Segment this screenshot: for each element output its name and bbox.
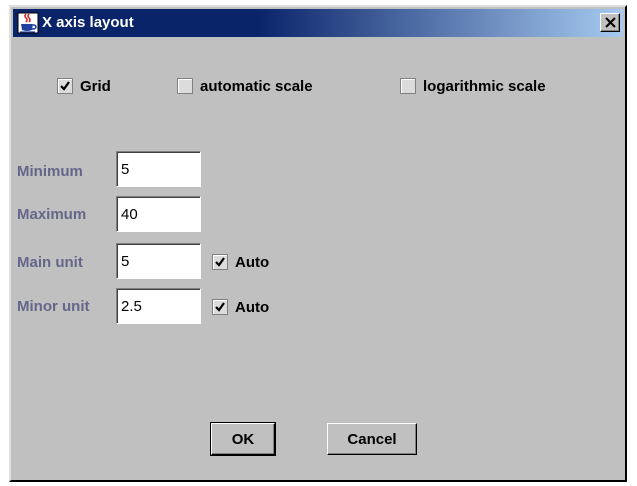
automatic-scale-checkbox[interactable]: automatic scale: [177, 76, 313, 96]
logarithmic-scale-checkbox[interactable]: logarithmic scale: [400, 76, 546, 96]
main-unit-auto-label: Auto: [235, 253, 270, 271]
grid-checkbox-box[interactable]: [57, 78, 73, 94]
java-coffee-cup-icon: [17, 12, 39, 34]
title-bar[interactable]: X axis layout: [13, 9, 623, 37]
minimum-input[interactable]: [116, 151, 201, 187]
main-unit-input[interactable]: [116, 243, 201, 279]
logarithmic-scale-label: logarithmic scale: [423, 77, 546, 95]
minor-unit-auto-label: Auto: [235, 298, 270, 316]
minor-unit-auto-checkbox[interactable]: Auto: [212, 297, 269, 317]
grid-checkbox[interactable]: Grid: [57, 76, 111, 96]
ok-button[interactable]: OK: [210, 422, 276, 456]
close-icon: [605, 17, 616, 28]
dialog-title: X axis layout: [42, 14, 134, 31]
main-unit-auto-checkbox[interactable]: Auto: [212, 252, 269, 272]
maximum-input[interactable]: [116, 196, 201, 232]
checkmark-icon: [215, 302, 225, 312]
grid-label: Grid: [80, 77, 111, 95]
checkmark-icon: [60, 81, 70, 91]
logarithmic-scale-checkbox-box[interactable]: [400, 78, 416, 94]
main-unit-label: Main unit: [17, 254, 83, 271]
minor-unit-input[interactable]: [116, 288, 201, 324]
minor-unit-auto-checkbox-box[interactable]: [212, 299, 228, 315]
checkmark-icon: [215, 257, 225, 267]
automatic-scale-checkbox-box[interactable]: [177, 78, 193, 94]
main-unit-auto-checkbox-box[interactable]: [212, 254, 228, 270]
minor-unit-label: Minor unit: [17, 298, 90, 315]
minimum-label: Minimum: [17, 163, 83, 180]
dialog-window: X axis layout Grid automatic scale logar…: [9, 5, 627, 482]
automatic-scale-label: automatic scale: [200, 77, 313, 95]
maximum-label: Maximum: [17, 206, 87, 223]
cancel-button[interactable]: Cancel: [327, 423, 417, 455]
close-button[interactable]: [600, 13, 620, 32]
